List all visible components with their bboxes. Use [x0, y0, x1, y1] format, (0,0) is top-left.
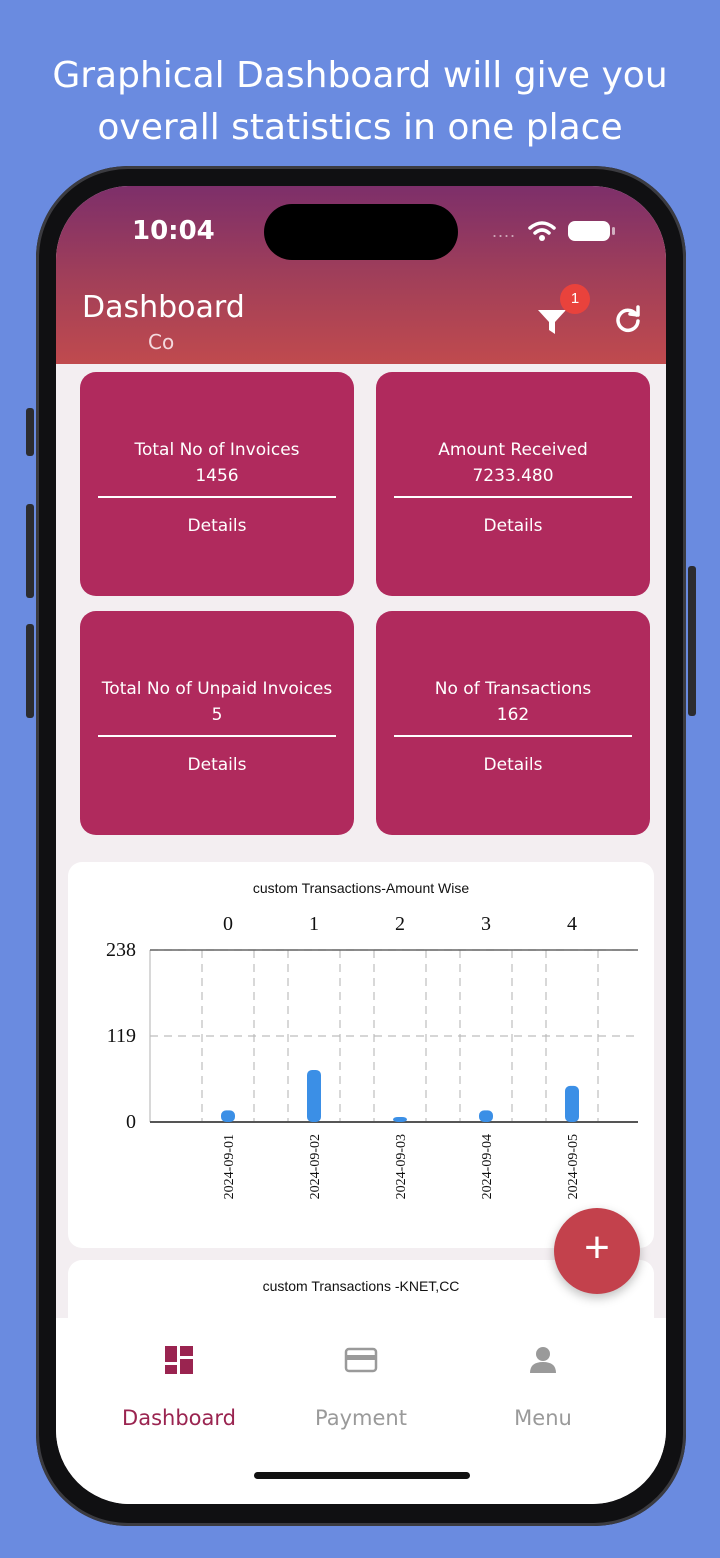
top-tick-label: 0: [223, 913, 233, 935]
x-tick-label: 2024-09-01: [222, 1134, 237, 1199]
app-screen: 10:04 .... Dashboard Co 1 Total No of In…: [56, 186, 666, 1504]
mute-switch: [26, 408, 34, 456]
tab-label: Payment: [315, 1406, 407, 1430]
x-tick-label: 2024-09-03: [394, 1134, 409, 1199]
card-label: Amount Received: [438, 440, 588, 460]
promo-line-1: Graphical Dashboard will give you: [52, 55, 668, 96]
top-tick-label: 3: [481, 913, 491, 935]
bar: [221, 1110, 235, 1122]
bar: [393, 1116, 407, 1122]
add-button[interactable]: +: [554, 1208, 640, 1294]
app-header: 10:04 .... Dashboard Co 1: [56, 186, 666, 364]
card-transactions[interactable]: No of Transactions 162 Details: [376, 611, 650, 835]
filter-icon: [538, 310, 566, 334]
card-value: 162: [496, 705, 530, 725]
top-tick-label: 1: [309, 913, 319, 935]
card-label: Total No of Invoices: [134, 440, 300, 460]
home-indicator: [254, 1472, 470, 1479]
signal-icon: ....: [491, 220, 516, 241]
tab-label: Menu: [514, 1406, 572, 1430]
x-tick-label: 2024-09-05: [566, 1134, 581, 1199]
page-subtitle: Co: [148, 330, 175, 354]
status-time: 10:04: [132, 216, 215, 246]
card-divider: [394, 735, 632, 737]
card-divider: [394, 496, 632, 498]
top-tick-label: 2: [395, 913, 405, 935]
battery-icon: [568, 221, 615, 241]
card-value: 1456: [195, 466, 239, 486]
promo-line-2: overall statistics in one place: [97, 107, 623, 148]
details-link[interactable]: Details: [80, 755, 354, 775]
tab-dashboard[interactable]: Dashboard: [84, 1342, 274, 1430]
card-value: 5: [211, 705, 223, 725]
volume-down-button: [26, 624, 34, 718]
bar: [307, 1069, 321, 1122]
details-link[interactable]: Details: [376, 516, 650, 536]
promo-caption: Graphical Dashboard will give you overal…: [0, 50, 720, 154]
dashboard-icon: [165, 1346, 193, 1374]
page-title: Dashboard: [82, 290, 245, 325]
filter-badge: 1: [560, 284, 590, 314]
y-tick-label: 119: [107, 1025, 136, 1047]
volume-up-button: [26, 504, 34, 598]
card-label: Total No of Unpaid Invoices: [101, 679, 333, 699]
refresh-button[interactable]: [612, 304, 644, 336]
refresh-icon: [616, 305, 640, 333]
card-unpaid-invoices[interactable]: Total No of Unpaid Invoices 5 Details: [80, 611, 354, 835]
amount-chart: 238 119 0 0 1 2 3 4 2024-09-01 2024-09-02 2024-09-…: [106, 913, 638, 1199]
card-value: 7233.480: [472, 466, 554, 486]
bar: [479, 1110, 493, 1122]
card-divider: [98, 496, 336, 498]
card-total-invoices[interactable]: Total No of Invoices 1456 Details: [80, 372, 354, 596]
card-amount-received[interactable]: Amount Received 7233.480 Details: [376, 372, 650, 596]
user-icon: [530, 1347, 556, 1373]
bar: [565, 1085, 579, 1122]
status-icons: ....: [491, 220, 615, 242]
tab-menu[interactable]: Menu: [448, 1342, 638, 1430]
card-label: No of Transactions: [434, 679, 592, 699]
wifi-icon: [528, 221, 556, 241]
x-tick-label: 2024-09-04: [480, 1134, 495, 1199]
details-link[interactable]: Details: [376, 755, 650, 775]
details-link[interactable]: Details: [80, 516, 354, 536]
y-tick-label: 0: [126, 1111, 136, 1133]
x-tick-label: 2024-09-02: [308, 1134, 323, 1199]
power-button: [688, 566, 696, 716]
tab-payment[interactable]: Payment: [266, 1342, 456, 1430]
amount-chart-card: custom Transactions-Amount Wise 238 119 0 0…: [68, 862, 654, 1248]
card-divider: [98, 735, 336, 737]
card-icon: [344, 1347, 378, 1373]
y-tick-label: 238: [106, 939, 136, 961]
dynamic-island: [264, 204, 458, 260]
top-tick-label: 4: [567, 913, 577, 935]
tab-label: Dashboard: [122, 1406, 236, 1430]
